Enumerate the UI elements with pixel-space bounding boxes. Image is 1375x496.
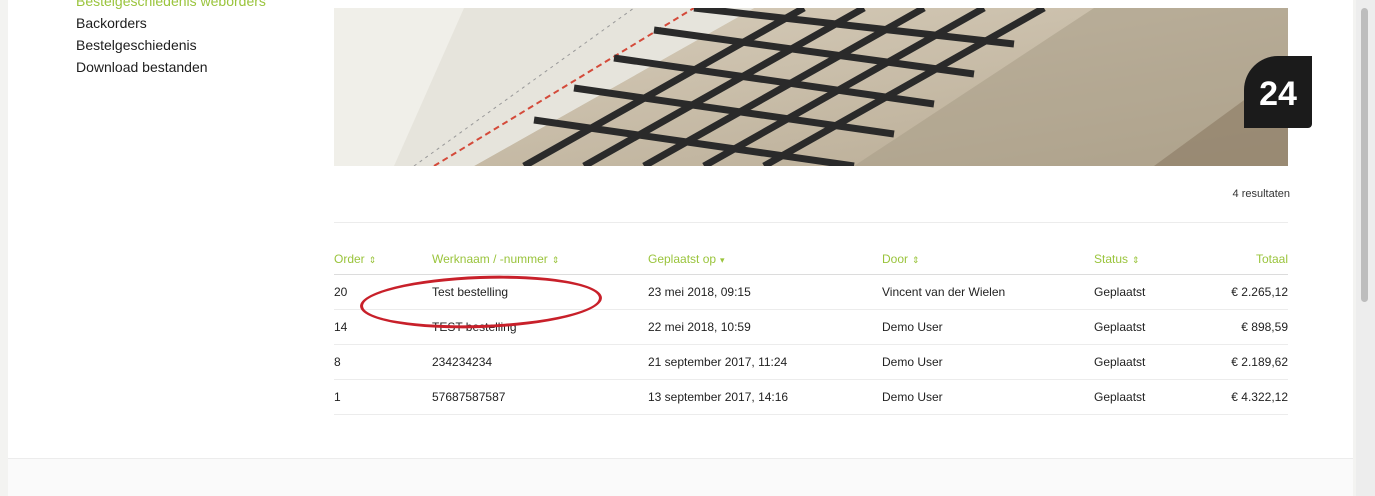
door-cell: Demo User <box>882 379 1094 415</box>
geogrid-photo <box>334 8 1288 166</box>
sidebar-item-weborders[interactable]: Bestelgeschiedenis weborders <box>76 0 316 12</box>
sort-icon: ⇕ <box>1132 255 1140 265</box>
status-cell: Geplaatst <box>1094 274 1204 310</box>
werknaam-cell: TEST bestelling <box>432 309 648 345</box>
sort-down-icon: ▾ <box>720 255 725 265</box>
sidebar-item-download-bestanden[interactable]: Download bestanden <box>76 56 316 78</box>
sort-icon: ⇕ <box>368 255 377 265</box>
totaal-cell: € 4.322,12 <box>1204 379 1288 415</box>
table-row[interactable]: 20 Test bestelling 23 mei 2018, 09:15 Vi… <box>334 274 1288 310</box>
sort-icon: ⇕ <box>551 255 560 265</box>
geplaatst-cell: 13 september 2017, 14:16 <box>648 379 882 415</box>
column-header-totaal[interactable]: Totaal <box>1204 244 1288 275</box>
totaal-cell: € 2.265,12 <box>1204 274 1288 310</box>
order-number-link[interactable]: 8 <box>334 344 432 380</box>
vertical-scrollbar[interactable] <box>1356 0 1375 496</box>
door-cell: Demo User <box>882 309 1094 345</box>
footer-band <box>8 458 1353 496</box>
column-header-status[interactable]: Status ⇕ <box>1094 244 1204 275</box>
page-frame: Bestelgeschiedenis weborders Backorders … <box>8 0 1353 496</box>
hero-banner-image <box>334 8 1288 166</box>
column-header-order[interactable]: Order ⇕ <box>334 244 432 275</box>
totaal-cell: € 898,59 <box>1204 309 1288 345</box>
totaal-cell: € 2.189,62 <box>1204 344 1288 380</box>
table-header-row: Order ⇕ Werknaam / -nummer ⇕ Geplaatst op ▾… <box>334 244 1288 275</box>
order-number-link[interactable]: 1 <box>334 379 432 415</box>
results-count: 4 resultaten <box>1232 188 1290 200</box>
sort-icon: ⇕ <box>912 255 920 265</box>
status-cell: Geplaatst <box>1094 309 1204 345</box>
door-cell: Vincent van der Wielen <box>882 274 1094 310</box>
scrollbar-thumb[interactable] <box>1361 8 1368 302</box>
order-number-link[interactable]: 14 <box>334 309 432 345</box>
werknaam-cell: 57687587587 <box>432 379 648 415</box>
order-number-link[interactable]: 20 <box>334 274 432 310</box>
status-cell: Geplaatst <box>1094 344 1204 380</box>
column-header-geplaatst[interactable]: Geplaatst op ▾ <box>648 244 882 275</box>
divider <box>334 222 1288 223</box>
sidebar-item-backorders[interactable]: Backorders <box>76 12 316 34</box>
werknaam-cell: 234234234 <box>432 344 648 380</box>
table-row[interactable]: 1 57687587587 13 september 2017, 14:16 D… <box>334 379 1288 415</box>
geplaatst-cell: 21 september 2017, 11:24 <box>648 344 882 380</box>
table-row[interactable]: 14 TEST bestelling 22 mei 2018, 10:59 De… <box>334 309 1288 345</box>
status-cell: Geplaatst <box>1094 379 1204 415</box>
sidebar-item-bestelgeschiedenis[interactable]: Bestelgeschiedenis <box>76 34 316 56</box>
orders-table: Order ⇕ Werknaam / -nummer ⇕ Geplaatst op ▾… <box>334 244 1288 415</box>
step-number-badge: 24 <box>1244 56 1312 128</box>
column-header-werknaam[interactable]: Werknaam / -nummer ⇕ <box>432 244 648 275</box>
geplaatst-cell: 23 mei 2018, 09:15 <box>648 274 882 310</box>
door-cell: Demo User <box>882 344 1094 380</box>
table-row[interactable]: 8 234234234 21 september 2017, 11:24 Dem… <box>334 344 1288 380</box>
werknaam-cell: Test bestelling <box>432 274 648 310</box>
geplaatst-cell: 22 mei 2018, 10:59 <box>648 309 882 345</box>
column-header-door[interactable]: Door ⇕ <box>882 244 1094 275</box>
account-sidebar: Bestelgeschiedenis weborders Backorders … <box>76 0 316 78</box>
